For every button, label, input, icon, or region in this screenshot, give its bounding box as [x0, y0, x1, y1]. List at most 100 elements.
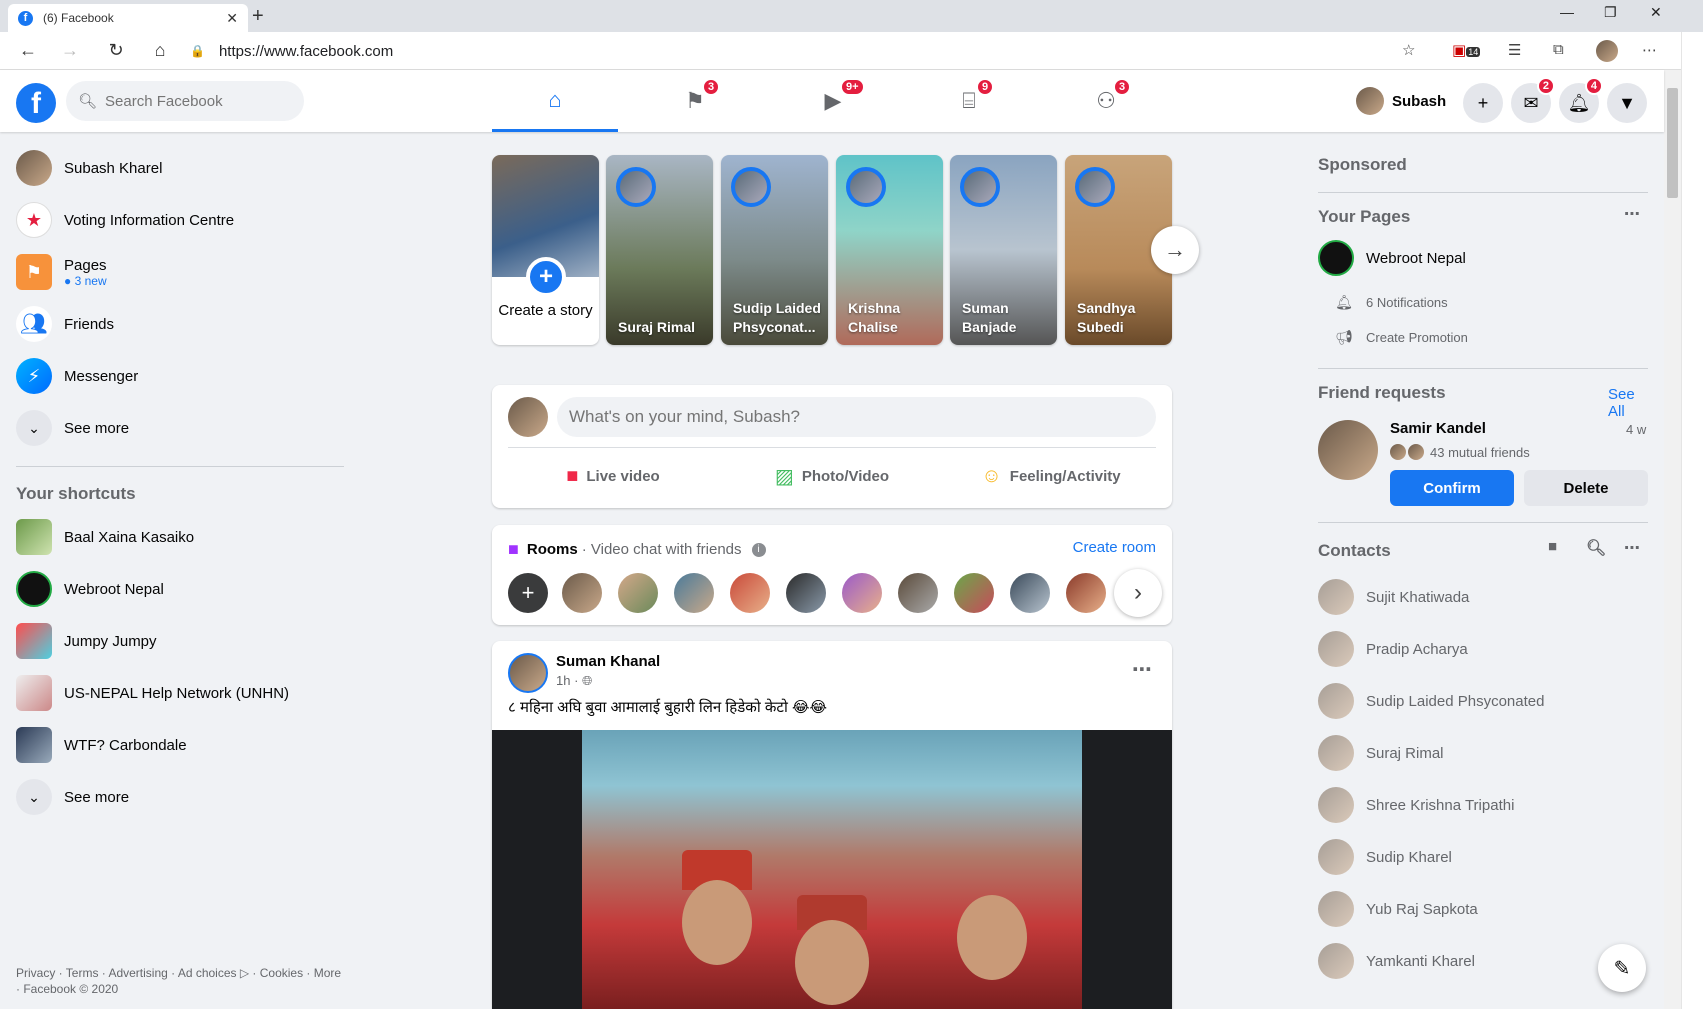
story-card[interactable]: Krishna Chalise	[836, 155, 943, 345]
room-friend-avatar[interactable]	[562, 573, 602, 613]
sidebar-see-more[interactable]: ⌄ See more	[16, 406, 346, 450]
shortcut-item[interactable]: WTF? Carbondale	[16, 723, 346, 767]
photo-video-button[interactable]: ▨ Photo/Video	[727, 456, 937, 496]
sidebar-item-friends[interactable]: 👥︎ Friends	[16, 302, 346, 346]
page-item-webroot[interactable]: Webroot Nepal	[1318, 240, 1466, 276]
room-friend-avatar[interactable]	[842, 573, 882, 613]
pages-new-count: ● 3 new	[64, 273, 107, 288]
room-friend-avatar[interactable]	[674, 573, 714, 613]
room-friend-avatar[interactable]	[1010, 573, 1050, 613]
requester-avatar[interactable]	[1318, 420, 1378, 480]
tab-title: (6) Facebook	[43, 11, 114, 25]
add-room-icon[interactable]: +	[508, 573, 548, 613]
window-close-icon[interactable]: ✕	[1650, 4, 1662, 21]
room-friend-avatar[interactable]	[730, 573, 770, 613]
new-room-icon[interactable]: ■	[1548, 538, 1557, 555]
nav-pages-tab[interactable]: ⚑ 3	[632, 70, 758, 132]
browser-profile-avatar[interactable]	[1596, 40, 1618, 62]
contacts-search-icon[interactable]: 🔍︎	[1586, 538, 1606, 558]
minimize-icon[interactable]: —	[1560, 4, 1574, 20]
account-menu-button[interactable]: ▼	[1607, 83, 1647, 123]
footer-links[interactable]: Privacy · Terms · Advertising · Ad choic…	[16, 965, 346, 997]
feeling-activity-button[interactable]: ☺ Feeling/Activity	[946, 456, 1156, 496]
info-icon[interactable]: i	[751, 542, 766, 557]
shortcut-item[interactable]: Baal Xaina Kasaiko	[16, 515, 346, 559]
shortcut-item[interactable]: Jumpy Jumpy	[16, 619, 346, 663]
see-all-link[interactable]: See All	[1608, 386, 1648, 420]
sidebar-item-messenger[interactable]: ⚡ Messenger	[16, 354, 346, 398]
shortcut-item[interactable]: Webroot Nepal	[16, 567, 346, 611]
new-message-button[interactable]: ✎	[1598, 944, 1646, 992]
post-timestamp[interactable]: 1h · 🌐︎	[556, 673, 592, 689]
messenger-button[interactable]: ✉ 2	[1511, 77, 1555, 123]
shortcuts-see-more[interactable]: ⌄ See more	[16, 775, 346, 819]
restore-icon[interactable]: ❐	[1604, 4, 1617, 21]
sidebar-item-pages[interactable]: ⚑ Pages ● 3 new	[16, 250, 346, 294]
header-profile-link[interactable]: Subash	[1356, 83, 1446, 119]
room-friend-avatar[interactable]	[786, 573, 826, 613]
story-card[interactable]: Suman Banjade	[950, 155, 1057, 345]
search-box[interactable]: 🔍︎	[66, 81, 304, 121]
contact-item[interactable]: Suraj Rimal	[1318, 727, 1648, 779]
contact-item[interactable]: Sudip Laided Phsyconated	[1318, 675, 1648, 727]
url-field[interactable]: 🔒 https://www.facebook.com	[190, 37, 1420, 65]
create-story-card[interactable]: + Create a story	[492, 155, 599, 345]
contact-item[interactable]: Pradip Acharya	[1318, 623, 1648, 675]
home-browser-icon[interactable]: ⌂	[148, 40, 172, 61]
room-friend-avatar[interactable]	[1066, 573, 1106, 613]
reload-icon[interactable]: ↻	[104, 40, 128, 61]
story-card[interactable]: Sudip Laided Phsyconat...	[721, 155, 828, 345]
nav-marketplace-tab[interactable]: ⌸ 9	[906, 70, 1032, 132]
scrollbar-thumb[interactable]	[1667, 88, 1678, 198]
close-tab-icon[interactable]: ✕	[226, 10, 238, 27]
extension-icon[interactable]: ▣ 14	[1452, 41, 1481, 59]
page-scrollbar[interactable]	[1664, 70, 1681, 1009]
pages-options-icon[interactable]: ⋯	[1624, 204, 1640, 224]
story-avatar	[731, 167, 771, 207]
notifications-button[interactable]: 🔔︎ 4	[1559, 77, 1603, 123]
post-author-avatar[interactable]	[508, 653, 548, 693]
post-composer: ■ Live video ▨ Photo/Video ☺ Feeling/Activi…	[492, 385, 1172, 508]
nav-home-tab[interactable]: ⌂	[492, 70, 618, 132]
requester-name[interactable]: Samir Kandel	[1390, 420, 1486, 437]
delete-button[interactable]: Delete	[1524, 470, 1648, 506]
favorite-star-icon[interactable]: ☆	[1402, 41, 1415, 59]
composer-input[interactable]	[569, 407, 1129, 427]
confirm-button[interactable]: Confirm	[1390, 470, 1514, 506]
facebook-logo-icon[interactable]: f	[16, 83, 56, 123]
create-room-link[interactable]: Create room	[1073, 539, 1156, 556]
nav-watch-tab[interactable]: ▶ 9+	[770, 70, 896, 132]
contact-item[interactable]: Sudip Kharel	[1318, 831, 1648, 883]
contact-item[interactable]: Shree Krishna Tripathi	[1318, 779, 1648, 831]
back-icon[interactable]: ←	[16, 40, 40, 61]
sidebar-item-voting[interactable]: ★ Voting Information Centre	[16, 198, 346, 242]
forward-icon[interactable]: →	[58, 40, 82, 61]
shortcut-item[interactable]: US-NEPAL Help Network (UNHN)	[16, 671, 346, 715]
create-promotion-link[interactable]: 📢︎ Create Promotion	[1334, 329, 1468, 346]
room-friend-avatar[interactable]	[954, 573, 994, 613]
rooms-next-button[interactable]: ›	[1114, 569, 1162, 617]
collections-icon[interactable]: ⧉	[1553, 41, 1564, 58]
story-card[interactable]: Suraj Rimal	[606, 155, 713, 345]
stories-next-button[interactable]: →	[1151, 226, 1199, 274]
browser-tab[interactable]: f (6) Facebook ✕	[8, 4, 248, 32]
contact-item[interactable]: Sujit Khatiwada	[1318, 571, 1648, 623]
search-input[interactable]	[105, 92, 286, 110]
composer-input-box[interactable]	[557, 397, 1156, 437]
sidebar-item-profile[interactable]: Subash Kharel	[16, 146, 346, 190]
page-notifications-link[interactable]: 🔔︎ 6 Notifications	[1334, 294, 1448, 311]
post-author-name[interactable]: Suman Khanal	[556, 653, 660, 670]
contacts-options-icon[interactable]: ⋯	[1624, 538, 1640, 558]
post-options-icon[interactable]: ⋯	[1132, 657, 1152, 682]
favorites-bar-icon[interactable]: ☰	[1508, 41, 1521, 59]
browser-menu-icon[interactable]: ⋯	[1642, 41, 1657, 59]
live-video-button[interactable]: ■ Live video	[508, 456, 718, 496]
contact-item[interactable]: Yub Raj Sapkota	[1318, 883, 1648, 935]
post-time-text: 1h ·	[556, 673, 579, 688]
new-tab-icon[interactable]: +	[252, 5, 264, 28]
room-friend-avatar[interactable]	[618, 573, 658, 613]
nav-groups-tab[interactable]: ⚇ 3	[1043, 70, 1169, 132]
post-image-frame[interactable]	[492, 730, 1172, 1009]
room-friend-avatar[interactable]	[898, 573, 938, 613]
create-button[interactable]: +	[1463, 83, 1503, 123]
